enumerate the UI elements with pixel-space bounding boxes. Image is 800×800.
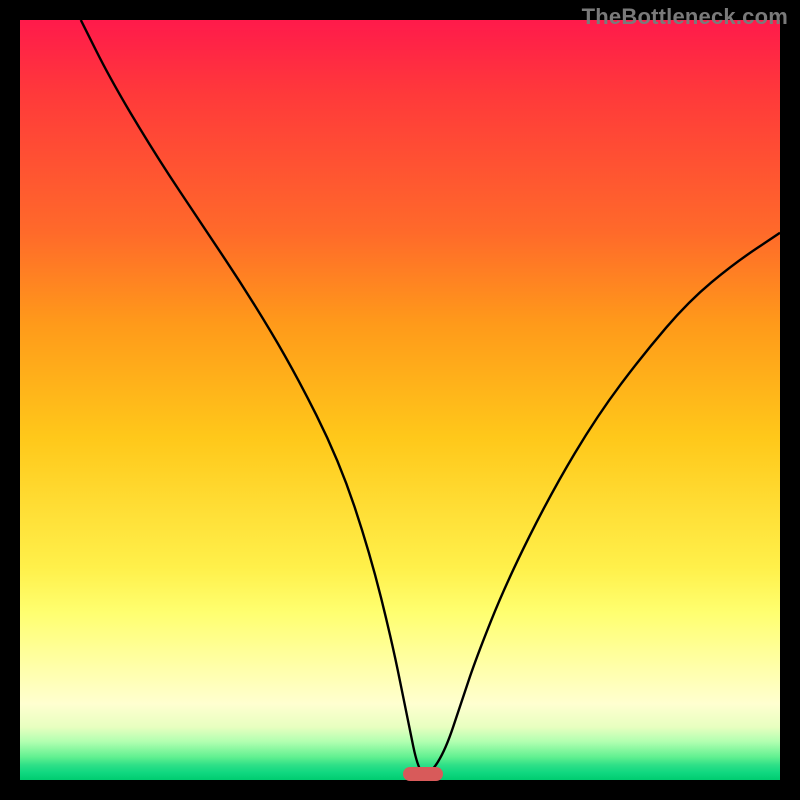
optimum-marker [403,767,443,781]
watermark-text: TheBottleneck.com [582,4,788,30]
curve-path [81,20,780,774]
chart-frame: TheBottleneck.com [0,0,800,800]
bottleneck-curve [20,20,780,780]
plot-area [20,20,780,780]
